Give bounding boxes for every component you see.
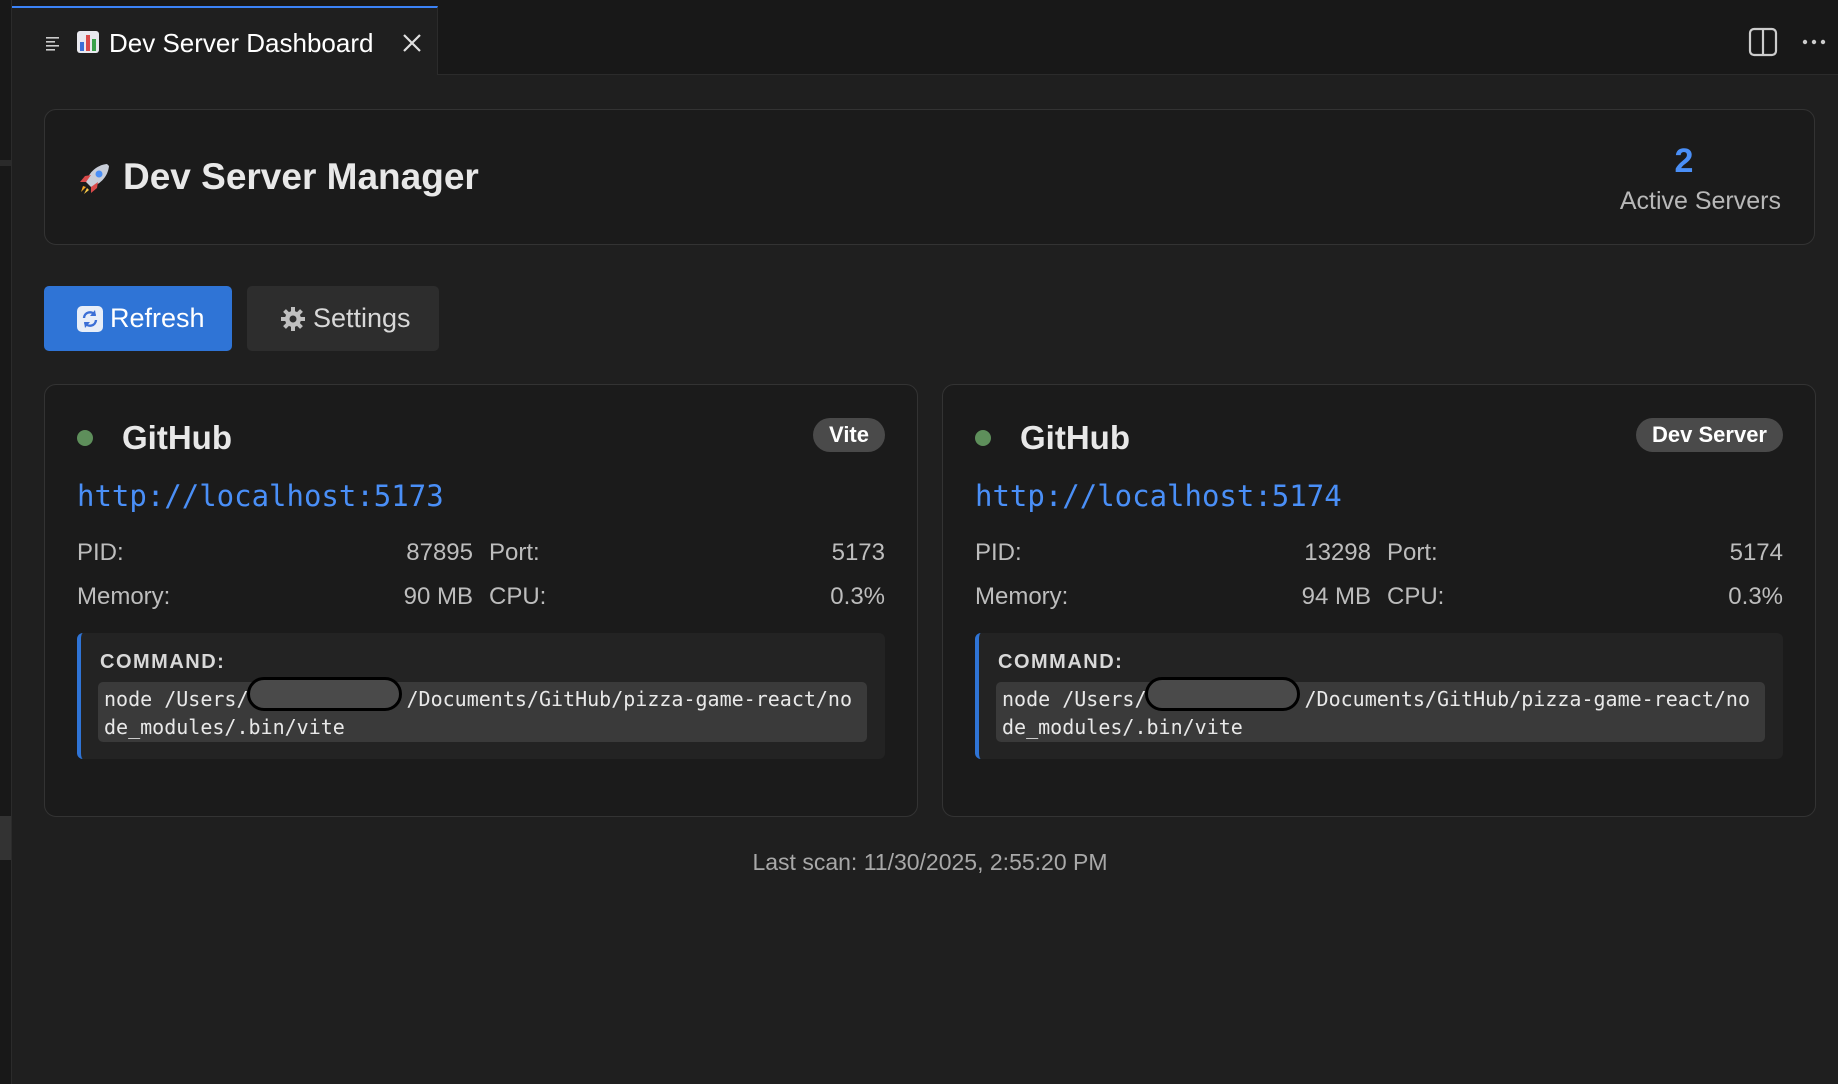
- server-card: GitHub Dev Server http://localhost:5174 …: [942, 384, 1816, 817]
- more-actions-icon[interactable]: [1799, 27, 1829, 57]
- tab-title: Dev Server Dashboard: [109, 28, 374, 58]
- refresh-button[interactable]: Refresh: [44, 286, 232, 351]
- cpu-value: 0.3%: [1728, 583, 1783, 610]
- pid-value: 13298: [1304, 539, 1371, 566]
- server-name: GitHub: [1020, 419, 1130, 456]
- close-icon[interactable]: [400, 31, 424, 55]
- status-dot: [77, 430, 93, 446]
- pid-value: 87895: [406, 539, 473, 566]
- redaction-mark: [1145, 677, 1300, 711]
- settings-label: Settings: [313, 303, 411, 333]
- bar-chart-icon: [77, 31, 99, 53]
- dashboard-root: Dev Server Dashboard Dev Server Manager …: [0, 0, 1838, 1084]
- cpu-label: CPU:: [1387, 583, 1445, 610]
- editor-tab-bar: Dev Server Dashboard: [12, 0, 1838, 75]
- header-card: Dev Server Manager 2 Active Servers: [44, 109, 1815, 245]
- memory-value: 90 MB: [403, 583, 473, 610]
- server-card: GitHub Vite http://localhost:5173 PID: 8…: [44, 384, 918, 817]
- command-prefix: node /Users/: [104, 687, 249, 711]
- command-text: node /Users//Documents/GitHub/pizza-game…: [996, 682, 1765, 742]
- pid-label: PID:: [975, 539, 1022, 566]
- memory-label: Memory:: [77, 583, 171, 610]
- active-servers-count: 2: [1674, 142, 1694, 180]
- settings-button[interactable]: Settings: [247, 286, 439, 351]
- server-url-link[interactable]: http://localhost:5174: [975, 479, 1342, 513]
- server-name: GitHub: [122, 419, 232, 456]
- command-prefix: node /Users/: [1002, 687, 1147, 711]
- cpu-value: 0.3%: [830, 583, 885, 610]
- tab-dev-server-dashboard[interactable]: Dev Server Dashboard: [12, 6, 438, 75]
- activity-bar-edge: [0, 0, 12, 1084]
- command-label: COMMAND:: [998, 651, 1124, 673]
- port-value: 5174: [1729, 539, 1783, 566]
- rocket-icon: [80, 164, 109, 194]
- memory-value: 94 MB: [1301, 583, 1371, 610]
- gear-icon: [281, 306, 305, 331]
- preview-lines-icon: [46, 37, 59, 51]
- server-url-link[interactable]: http://localhost:5173: [77, 479, 444, 513]
- refresh-label: Refresh: [110, 303, 205, 333]
- port-label: Port:: [1387, 539, 1438, 566]
- last-scan-timestamp: Last scan: 11/30/2025, 2:55:20 PM: [752, 849, 1108, 875]
- command-label: COMMAND:: [100, 651, 226, 673]
- active-servers-label: Active Servers: [1619, 187, 1781, 215]
- command-text: node /Users//Documents/GitHub/pizza-game…: [98, 682, 867, 742]
- port-label: Port:: [489, 539, 540, 566]
- redaction-mark: [247, 677, 402, 711]
- page-title: Dev Server Manager: [123, 156, 479, 197]
- cpu-label: CPU:: [489, 583, 547, 610]
- command-box: COMMAND: node /Users//Documents/GitHub/p…: [975, 633, 1783, 759]
- edge-mark: [0, 160, 11, 166]
- server-type-badge: Dev Server: [1636, 418, 1783, 452]
- status-dot: [975, 430, 991, 446]
- pid-label: PID:: [77, 539, 124, 566]
- command-box: COMMAND: node /Users//Documents/GitHub/p…: [77, 633, 885, 759]
- memory-label: Memory:: [975, 583, 1069, 610]
- refresh-icon: [77, 305, 103, 332]
- port-value: 5173: [831, 539, 885, 566]
- split-editor-icon[interactable]: [1748, 27, 1778, 57]
- server-type-badge: Vite: [813, 418, 885, 452]
